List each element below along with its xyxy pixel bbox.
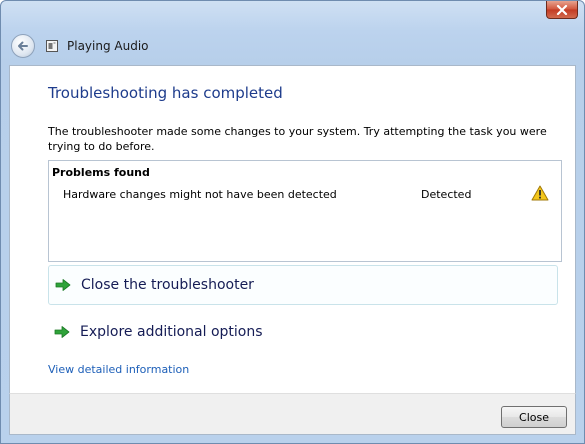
- window-header: Playing Audio: [9, 29, 576, 63]
- back-arrow-icon: [18, 41, 28, 51]
- dialog-footer: Close: [9, 393, 576, 435]
- explore-options-option[interactable]: Explore additional options: [48, 312, 558, 352]
- content-panel: Troubleshooting has completed The troubl…: [9, 65, 576, 394]
- problem-name: Hardware changes might not have been det…: [63, 188, 337, 201]
- explore-options-label: Explore additional options: [80, 324, 263, 340]
- troubleshooter-app-icon: [46, 40, 58, 52]
- problems-found-title: Problems found: [52, 166, 150, 179]
- close-x-icon: [556, 4, 568, 15]
- green-arrow-icon: [54, 326, 70, 338]
- close-button[interactable]: Close: [501, 406, 567, 428]
- warning-icon: [531, 185, 549, 201]
- close-troubleshooter-label: Close the troubleshooter: [81, 277, 254, 293]
- close-troubleshooter-option[interactable]: Close the troubleshooter: [48, 265, 558, 305]
- page-heading: Troubleshooting has completed: [48, 84, 283, 102]
- problems-found-list: Problems found Hardware changes might no…: [48, 160, 562, 262]
- view-detailed-information-link[interactable]: View detailed information: [48, 363, 189, 376]
- troubleshooter-window: Playing Audio Troubleshooting has comple…: [0, 0, 585, 444]
- window-close-button[interactable]: [546, 1, 578, 19]
- window-title: Playing Audio: [67, 39, 149, 53]
- problem-status: Detected: [421, 188, 472, 201]
- back-button[interactable]: [11, 34, 35, 58]
- result-description: The troubleshooter made some changes to …: [48, 125, 547, 153]
- green-arrow-icon: [55, 279, 71, 291]
